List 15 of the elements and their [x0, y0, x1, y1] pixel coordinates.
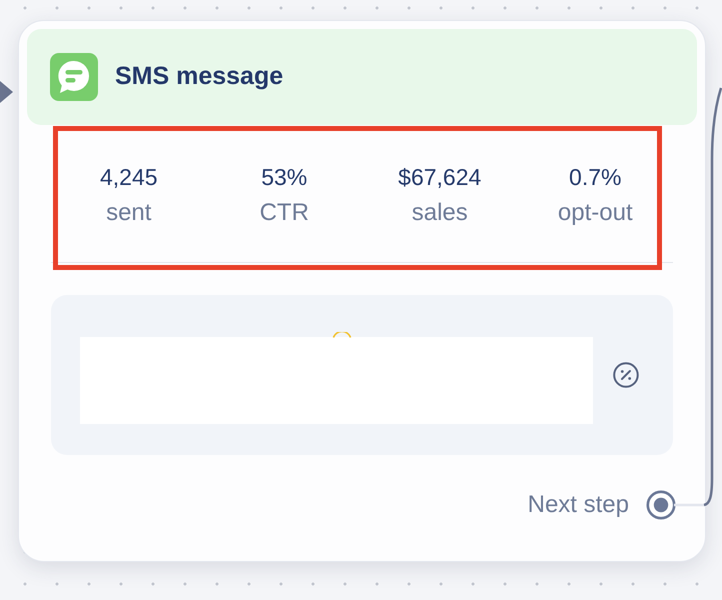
node-title: SMS message — [115, 61, 284, 92]
output-handle-icon[interactable] — [646, 490, 676, 520]
stat-value: $67,624 — [397, 163, 482, 192]
stat-label: sales — [410, 198, 469, 228]
arc-icon — [332, 332, 352, 338]
arrowhead-icon — [0, 81, 13, 103]
stat-label: CTR — [258, 198, 310, 228]
stat-label: opt-out — [556, 198, 634, 228]
output-label: Next step — [528, 491, 629, 519]
stat-value: 4,245 — [98, 163, 159, 192]
percent-icon[interactable] — [613, 362, 639, 388]
stat-label: sent — [105, 198, 152, 228]
stat-value: 0.7% — [568, 163, 622, 192]
stat-value: 53% — [260, 163, 308, 192]
chat-bubble-icon — [50, 53, 98, 101]
